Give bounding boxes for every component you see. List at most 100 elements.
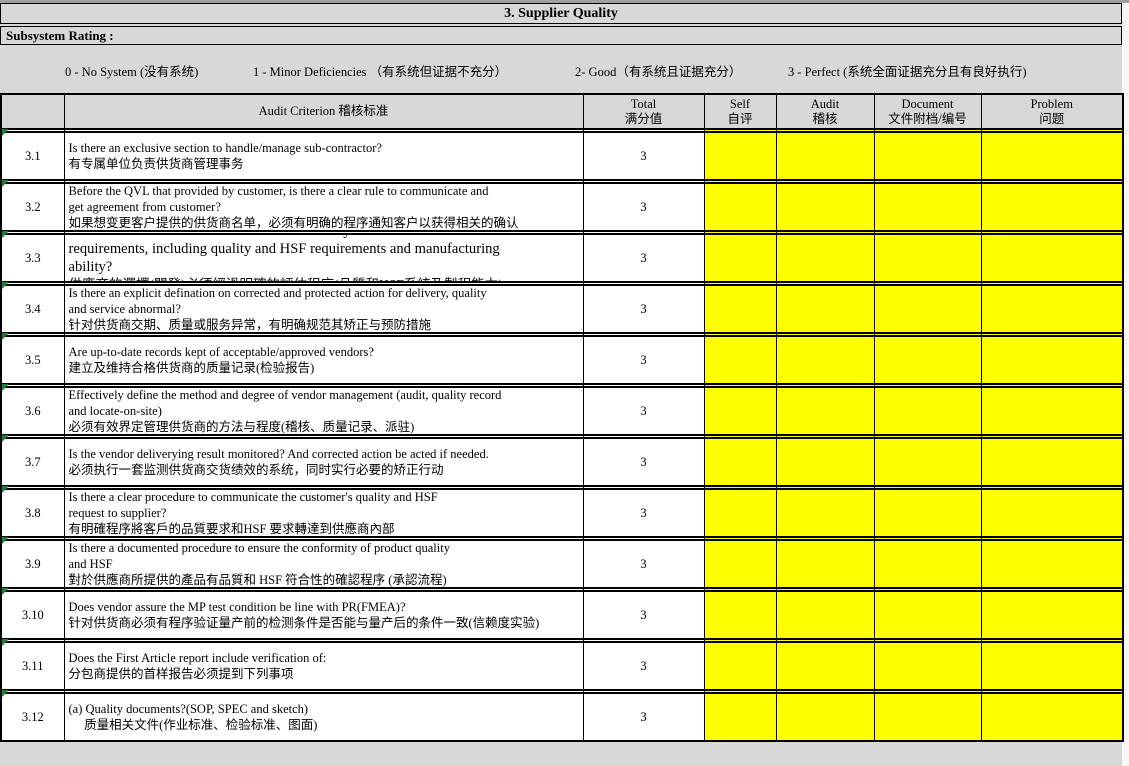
audit-score-cell[interactable] [776,693,874,741]
error-indicator-icon [2,333,9,340]
self-score-cell[interactable] [704,489,776,537]
audit-row: 3.10Does vendor assure the MP test condi… [1,591,1123,639]
audit-row: 3.3Are vendors selected on the basis of … [1,234,1123,282]
audit-score-cell[interactable] [776,642,874,690]
document-cell[interactable] [874,693,981,741]
audit-score-cell[interactable] [776,132,874,180]
document-cell[interactable] [874,285,981,333]
criterion-text-zh: 有明確程序將客戶的品質要求和HSF 要求轉達到供應商內部 [69,521,579,537]
problem-cell[interactable] [981,489,1123,537]
self-column-header: Self 自评 [704,94,776,129]
audit-score-cell[interactable] [776,591,874,639]
criterion-text-zh: 针对供货商交期、质量或服务异常，有明确规范其矫正与预防措施 [69,317,579,333]
rating-3-label: 3 - Perfect (系统全面证据充分且有良好执行) [788,61,1027,80]
criterion-text-en: Does the First Article report include ve… [69,650,579,666]
document-cell[interactable] [874,591,981,639]
criterion-text-zh: 质量相关文件(作业标准、检验标准、图面) [69,717,579,734]
audit-row: 3.11 Does the First Article report includ… [1,642,1123,690]
self-header-en: Self [705,97,776,112]
self-score-cell[interactable] [704,642,776,690]
item-number-cell: 3.12 [1,693,64,741]
error-indicator-icon [2,639,9,646]
self-score-cell[interactable] [704,183,776,231]
criterion-text-zh: 供應商的選擇(開發)必須經過明確的評估程序(品質和HSF系統及製程能力) [69,276,579,281]
error-indicator-icon [2,537,9,544]
total-score-cell: 3 [583,234,704,282]
self-score-cell[interactable] [704,336,776,384]
problem-cell[interactable] [981,336,1123,384]
audit-row: 3.6Effectively define the method and deg… [1,387,1123,435]
item-number-cell: 3.1 [1,132,64,180]
worksheet: 3. Supplier Quality Subsystem Rating : 0… [0,3,1122,766]
document-cell[interactable] [874,132,981,180]
total-score-cell: 3 [583,540,704,588]
row-gap-cell [1,333,64,336]
row-gap-cell [1,639,64,642]
sheet-title: 3. Supplier Quality [0,3,1122,24]
criterion-text-en: Are up-to-date records kept of acceptabl… [69,344,579,360]
criterion-text-en: Before the QVL that provided by customer… [69,184,579,215]
self-score-cell[interactable] [704,591,776,639]
document-cell[interactable] [874,387,981,435]
audit-score-cell[interactable] [776,540,874,588]
audit-score-cell[interactable] [776,438,874,486]
self-score-cell[interactable] [704,285,776,333]
audit-score-cell[interactable] [776,489,874,537]
audit-score-cell[interactable] [776,387,874,435]
total-header-en: Total [584,97,704,112]
document-cell[interactable] [874,183,981,231]
item-number-cell: 3.3 [1,234,64,282]
self-score-cell[interactable] [704,132,776,180]
problem-cell[interactable] [981,234,1123,282]
rating-1-label: 1 - Minor Deficiencies （有系统但证据不充分） [253,61,507,80]
audit-score-cell[interactable] [776,183,874,231]
document-cell[interactable] [874,336,981,384]
error-indicator-icon [2,384,9,391]
row-gap-cell [1,486,64,489]
subsystem-rating-label: Subsystem Rating : [6,28,114,43]
self-score-cell[interactable] [704,387,776,435]
self-score-cell[interactable] [704,234,776,282]
criterion-text-zh: 如果想变更客户提供的供货商名单，必须有明确的程序通知客户以获得相关的确认 [69,215,579,231]
audit-score-cell[interactable] [776,234,874,282]
criterion-cell: Are vendors selected on the basis of the… [64,234,583,282]
audit-score-cell[interactable] [776,336,874,384]
criterion-cell: Does the First Article report include ve… [64,642,583,690]
criterion-text-zh: 针对供货商必须有程序验证量产前的检测条件是否能与量产后的条件一致(信赖度实验) [69,615,579,632]
document-cell[interactable] [874,489,981,537]
document-header-en: Document [875,97,981,112]
error-indicator-icon [2,588,9,595]
problem-cell[interactable] [981,438,1123,486]
audit-score-cell[interactable] [776,285,874,333]
problem-cell[interactable] [981,540,1123,588]
document-cell[interactable] [874,438,981,486]
audit-row: 3.5Are up-to-date records kept of accept… [1,336,1123,384]
problem-cell[interactable] [981,642,1123,690]
rating-2-label: 2- Good（有系统且证据充分） [575,61,741,80]
document-cell[interactable] [874,540,981,588]
problem-cell[interactable] [981,387,1123,435]
problem-cell[interactable] [981,285,1123,333]
audit-row: 3.1Is there an exclusive section to hand… [1,132,1123,180]
document-cell[interactable] [874,234,981,282]
total-score-cell: 3 [583,591,704,639]
criterion-cell: (a) Quality documents?(SOP, SPEC and ske… [64,693,583,741]
self-score-cell[interactable] [704,540,776,588]
item-number-cell: 3.11 [1,642,64,690]
total-score-cell: 3 [583,285,704,333]
self-score-cell[interactable] [704,693,776,741]
document-cell[interactable] [874,642,981,690]
problem-cell[interactable] [981,132,1123,180]
error-indicator-icon [2,486,9,493]
table-header-row: Audit Criterion 稽核标准 Total 满分值 Self 自评 A… [1,94,1123,129]
problem-cell[interactable] [981,591,1123,639]
problem-header-zh: 问题 [982,112,1123,127]
item-number-cell: 3.10 [1,591,64,639]
criterion-text-zh: 有专属单位负责供货商管理事务 [69,156,579,173]
problem-cell[interactable] [981,693,1123,741]
self-score-cell[interactable] [704,438,776,486]
problem-cell[interactable] [981,183,1123,231]
audit-row: 3.8Is there a clear procedure to communi… [1,489,1123,537]
criterion-text-en: Is there a clear procedure to communicat… [69,490,579,521]
row-gap-cell [1,435,64,438]
